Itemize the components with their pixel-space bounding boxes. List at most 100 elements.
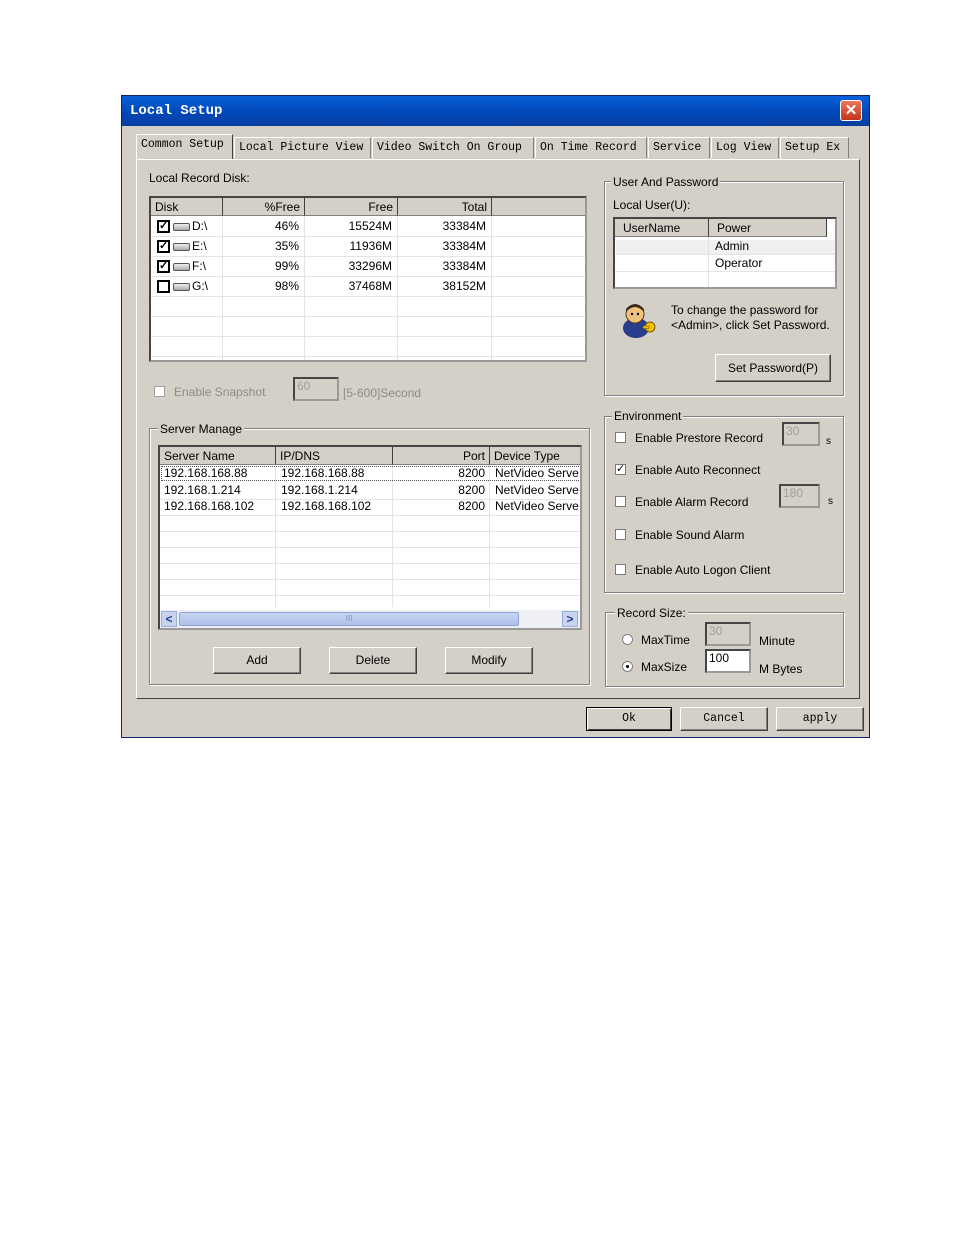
server-ip[interactable]: 192.168.168.88 [281, 466, 364, 480]
power-col-header[interactable]: Power [709, 219, 827, 237]
server-ip[interactable]: 192.168.168.102 [281, 499, 371, 513]
password-hint: To change the password for <Admin>, clic… [671, 303, 830, 332]
grid-line [275, 465, 276, 607]
disk-free: 11936M [349, 239, 392, 253]
cancel-button[interactable]: Cancel [680, 707, 768, 731]
user-power[interactable]: Admin [715, 239, 749, 253]
tab-video-switch-on-group[interactable]: Video Switch On Group [372, 137, 534, 158]
grid-line [151, 316, 585, 317]
device-type-col-header[interactable]: Device Type [490, 447, 580, 465]
disk-total: 38152M [442, 279, 486, 293]
maxtime-input[interactable]: 30 [705, 622, 751, 646]
maxtime-label: MaxTime [641, 633, 690, 647]
grid-line [160, 547, 580, 548]
enable-prestore-record-checkbox[interactable] [615, 432, 626, 443]
horizontal-scrollbar[interactable]: < III > [160, 610, 580, 628]
disk-e-checkbox[interactable]: ✓ [157, 240, 170, 253]
tab-local-picture-view[interactable]: Local Picture View [234, 137, 371, 158]
enable-alarm-record-label: Enable Alarm Record [635, 495, 749, 509]
ip-dns-col-header[interactable]: IP/DNS [276, 447, 393, 465]
set-password-button[interactable]: Set Password(P) [715, 354, 831, 382]
grid-line [615, 271, 835, 272]
prestore-seconds-input[interactable]: 30 [782, 422, 820, 446]
disk-name: E:\ [192, 239, 207, 253]
tab-service[interactable]: Service [648, 137, 710, 158]
user-password-legend: User And Password [611, 175, 721, 189]
grid-line [489, 465, 490, 607]
total-col-header[interactable]: Total [398, 198, 492, 216]
alarm-record-seconds-input[interactable]: 180 [779, 484, 820, 508]
disk-free: 37468M [348, 279, 392, 293]
maxtime-radio[interactable] [622, 634, 633, 645]
drive-icon [173, 263, 190, 271]
server-type[interactable]: NetVideo Serve [495, 499, 580, 513]
enable-auto-reconnect-label: Enable Auto Reconnect [635, 463, 761, 477]
enable-auto-logon-label: Enable Auto Logon Client [635, 563, 771, 577]
grid-line [491, 216, 492, 360]
pctfree-col-header[interactable]: %Free [223, 198, 305, 216]
free-col-header[interactable]: Free [305, 198, 398, 216]
enable-auto-reconnect-checkbox[interactable]: ✓ [615, 464, 626, 475]
port-col-header[interactable]: Port [393, 447, 490, 465]
disk-free: 15524M [348, 219, 392, 233]
enable-snapshot-checkbox[interactable] [154, 386, 165, 397]
disk-col-header[interactable]: Disk [151, 198, 223, 216]
user-power[interactable]: Operator [715, 256, 762, 270]
tab-common-setup[interactable]: Common Setup [136, 134, 233, 159]
disk-pct: 99% [274, 259, 299, 273]
tab-log-view[interactable]: Log View [711, 137, 779, 158]
enable-prestore-record-label: Enable Prestore Record [635, 431, 764, 445]
grid-line [160, 563, 580, 564]
snapshot-range-label: [5-600]Second [343, 386, 422, 400]
scroll-right-icon[interactable]: > [562, 611, 578, 627]
title-bar[interactable]: Local Setup ✕ [122, 96, 869, 126]
enable-snapshot-label: Enable Snapshot [174, 385, 266, 399]
user-key-icon [619, 300, 659, 340]
snapshot-interval-input[interactable]: 60 [293, 377, 339, 401]
ok-button[interactable]: Ok [586, 707, 672, 731]
delete-button[interactable]: Delete [329, 647, 417, 674]
environment-legend: Environment [612, 409, 684, 423]
maxsize-radio[interactable] [622, 661, 633, 672]
username-col-header[interactable]: UserName [615, 219, 709, 237]
server-port[interactable]: 8200 [393, 466, 485, 480]
server-name[interactable]: 192.168.1.214 [164, 483, 241, 497]
server-type[interactable]: NetVideo Serve [495, 483, 580, 497]
scroll-left-icon[interactable]: < [161, 611, 177, 627]
server-port[interactable]: 8200 [393, 499, 485, 513]
server-list[interactable]: Server Name IP/DNS Port Device Type 192.… [158, 445, 582, 630]
enable-alarm-record-checkbox[interactable] [615, 496, 626, 507]
add-button[interactable]: Add [213, 647, 301, 674]
server-type[interactable]: NetVideo Serve [495, 466, 580, 480]
apply-button[interactable]: apply [776, 707, 864, 731]
server-name-col-header[interactable]: Server Name [160, 447, 276, 465]
disk-pct: 98% [274, 279, 299, 293]
disk-name: F:\ [192, 259, 206, 273]
server-port[interactable]: 8200 [393, 483, 485, 497]
alarm-record-unit: s [828, 496, 833, 507]
server-name[interactable]: 192.168.168.102 [164, 499, 254, 513]
local-record-disk-label: Local Record Disk: [149, 171, 250, 185]
enable-auto-logon-checkbox[interactable] [615, 564, 626, 575]
disk-pct: 46% [274, 219, 299, 233]
disk-f-checkbox[interactable]: ✓ [157, 260, 170, 273]
empty-col-header [492, 198, 585, 216]
close-icon[interactable]: ✕ [840, 100, 862, 121]
grid-line [160, 515, 580, 516]
server-name[interactable]: 192.168.168.88 [164, 466, 247, 480]
drive-icon [173, 283, 190, 291]
modify-button[interactable]: Modify [445, 647, 533, 674]
tab-setup-ex[interactable]: Setup Ex [780, 137, 849, 158]
grid-line [708, 237, 709, 287]
tab-on-time-record[interactable]: On Time Record [535, 137, 647, 158]
enable-sound-alarm-checkbox[interactable] [615, 529, 626, 540]
disk-d-checkbox[interactable]: ✓ [157, 220, 170, 233]
disk-list[interactable]: Disk %Free Free Total ✓ D:\ 46% 15524M 3… [149, 196, 587, 362]
disk-g-checkbox[interactable] [157, 280, 170, 293]
maxsize-input[interactable]: 100 [705, 649, 751, 673]
maxsize-label: MaxSize [641, 660, 688, 674]
maxsize-unit: M Bytes [759, 662, 803, 676]
scroll-thumb[interactable]: III [179, 612, 519, 626]
server-ip[interactable]: 192.168.1.214 [281, 483, 358, 497]
user-list[interactable]: UserName Power Admin Operator [613, 217, 837, 289]
